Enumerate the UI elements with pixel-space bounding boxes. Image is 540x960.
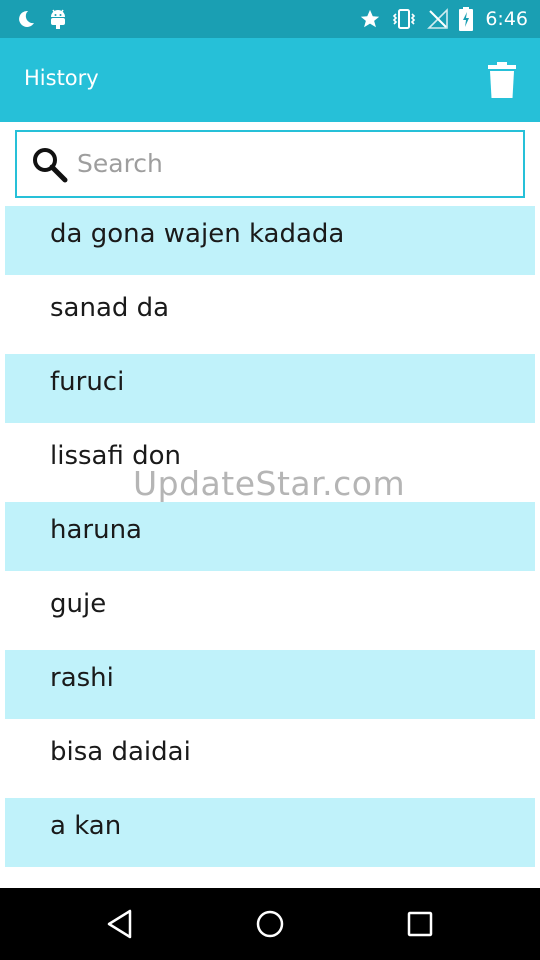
list-item-label: furuci (50, 367, 125, 397)
history-list: da gona wajen kadada sanad da furuci lis… (5, 206, 535, 872)
moon-icon (16, 9, 36, 29)
no-signal-icon (427, 8, 449, 30)
list-item[interactable]: lissafi don (5, 428, 535, 497)
navigation-bar (0, 888, 540, 960)
battery-charging-icon (459, 7, 474, 31)
clear-history-button[interactable] (488, 62, 516, 98)
page-title: History (24, 66, 99, 90)
list-item[interactable]: rashi (5, 650, 535, 719)
list-item[interactable]: da gona wajen kadada (5, 206, 535, 275)
list-item-label: bisa daidai (50, 737, 191, 767)
list-item[interactable]: sanad da (5, 280, 535, 349)
search-input[interactable] (75, 140, 509, 186)
trash-icon (488, 62, 516, 102)
list-item-label: lissafi don (50, 441, 182, 471)
list-item-label: guje (50, 589, 107, 619)
search-icon (31, 146, 69, 188)
list-item-label: rashi (50, 663, 114, 693)
list-item[interactable]: bisa daidai (5, 724, 535, 793)
status-time: 6:46 (485, 8, 528, 30)
list-item[interactable]: haruna (5, 502, 535, 571)
home-button[interactable] (254, 908, 286, 940)
recents-button[interactable] (404, 908, 436, 940)
search-box (15, 130, 525, 198)
list-item-label: haruna (50, 515, 142, 545)
android-icon (48, 8, 68, 30)
status-left-icons (16, 7, 68, 31)
vibrate-icon (391, 8, 417, 30)
status-bar: 6:46 (0, 0, 540, 38)
list-item-label: da gona wajen kadada (50, 219, 345, 249)
list-item-label: sanad da (50, 293, 170, 323)
status-right-icons: 6:46 (359, 7, 528, 31)
app-bar: History (0, 38, 540, 122)
home-icon (254, 910, 286, 944)
back-button[interactable] (104, 908, 136, 940)
list-item[interactable]: a kan (5, 798, 535, 867)
list-item-label: a kan (50, 811, 122, 841)
list-item[interactable]: guje (5, 576, 535, 645)
recents-icon (404, 911, 436, 944)
back-icon (104, 909, 136, 944)
list-item[interactable]: furuci (5, 354, 535, 423)
star-icon (359, 8, 381, 30)
